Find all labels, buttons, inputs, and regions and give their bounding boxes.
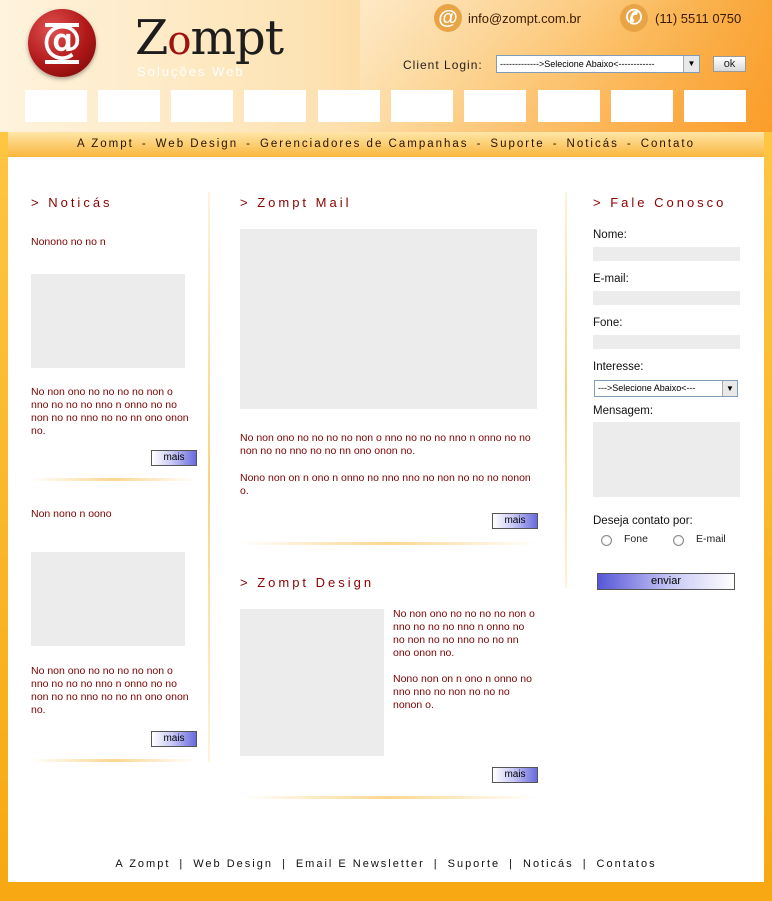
radio-phone-label: Fone	[624, 533, 648, 545]
nav-item-noticias[interactable]: Noticás	[567, 138, 619, 150]
zompt-mail-more-button[interactable]: mais	[492, 513, 538, 529]
phone-label: Fone:	[593, 317, 623, 329]
nav-item-gerenciadores[interactable]: Gerenciadores de Campanhas	[260, 138, 469, 150]
footer-link-email-newsletter[interactable]: Email E Newsletter	[296, 858, 425, 870]
divider	[240, 542, 537, 545]
brand-letter-z: Z	[135, 10, 168, 66]
radio-phone[interactable]	[601, 535, 612, 546]
footer-link-noticias[interactable]: Noticás	[523, 858, 574, 870]
page-background: @ Zompt Soluções Web @ info@zompt.com.br…	[0, 0, 772, 901]
header: @ Zompt Soluções Web @ info@zompt.com.br…	[0, 0, 772, 132]
news-more-button[interactable]: mais	[151, 731, 197, 747]
nav-item-contato[interactable]: Contato	[641, 138, 695, 150]
zompt-mail-image	[240, 229, 537, 409]
phone-icon: ✆	[620, 4, 648, 32]
zompt-design-title: > Zompt Design	[240, 575, 375, 590]
interest-label: Interesse:	[593, 361, 644, 373]
divider	[31, 478, 197, 481]
radio-email-label: E-mail	[696, 533, 726, 545]
divider	[31, 759, 197, 762]
email-field[interactable]	[593, 291, 740, 305]
send-button[interactable]: enviar	[597, 573, 735, 590]
zompt-design-body-2: Nono non on n ono n onno no nno nno no n…	[393, 673, 532, 711]
interest-select-value: --->Selecione Abaixo<---	[598, 383, 696, 393]
brand-rest: mpt	[190, 10, 284, 66]
logo-icon[interactable]: @	[28, 9, 96, 77]
zompt-mail-body: No non ono no no no no non o nno no no n…	[240, 432, 531, 457]
banner-slot	[318, 90, 380, 122]
footer-separator: |	[582, 858, 588, 870]
nav-item-a-zompt[interactable]: A Zompt	[77, 138, 134, 150]
banner-slot	[538, 90, 600, 122]
news-headline[interactable]: Nonono no no n	[31, 236, 201, 249]
email-label: E-mail:	[593, 273, 629, 285]
footer-separator: |	[509, 858, 514, 870]
nav-item-suporte[interactable]: Suporte	[490, 138, 544, 150]
banner-slot	[25, 90, 87, 122]
column-divider	[208, 192, 210, 762]
chevron-down-icon[interactable]: ▼	[683, 56, 699, 72]
nav-separator: -	[552, 138, 559, 150]
footer-link-a-zompt[interactable]: A Zompt	[115, 858, 170, 870]
footer-separator: |	[433, 858, 439, 870]
zompt-design-body: No non ono no no no no non o nno no no n…	[393, 608, 535, 659]
nav-separator: -	[476, 138, 483, 150]
phone-field[interactable]	[593, 335, 740, 349]
banner-slot	[684, 90, 746, 122]
footer-link-web-design[interactable]: Web Design	[193, 858, 273, 870]
news-image	[31, 274, 185, 368]
news-image	[31, 552, 185, 646]
banner-slot	[98, 90, 160, 122]
logo-bar-bottom	[45, 60, 79, 64]
brand-tagline: Soluções Web	[137, 64, 245, 79]
radio-email[interactable]	[673, 535, 684, 546]
news-headline[interactable]: Non nono n oono	[31, 508, 201, 521]
name-field[interactable]	[593, 247, 740, 261]
nav-links: A Zompt - Web Design - Gerenciadores de Camp…	[8, 138, 764, 150]
footer-separator: |	[179, 858, 185, 870]
news-body: No non ono no no no no non o nno no no n…	[31, 386, 189, 437]
message-textarea[interactable]	[593, 422, 740, 497]
zompt-design-more-button[interactable]: mais	[492, 767, 538, 783]
at-sign-icon: @	[42, 17, 82, 63]
divider	[240, 796, 537, 799]
contact-section-title: > Fale Conosco	[593, 195, 727, 210]
banner-slot	[464, 90, 526, 122]
message-label: Mensagem:	[593, 405, 654, 417]
client-login-select-value: ------------->Selecione Abaixo<---------…	[500, 59, 655, 69]
chevron-down-icon[interactable]: ▼	[722, 381, 737, 396]
nav-separator: -	[141, 138, 148, 150]
zompt-design-image	[240, 609, 384, 756]
footer-nav: A Zompt | Web Design | Email E Newsletter | Su…	[8, 858, 764, 870]
contact-preference-label: Deseja contato por:	[593, 515, 693, 527]
footer-separator: |	[281, 858, 287, 870]
main-nav: A Zompt - Web Design - Gerenciadores de Camp…	[8, 132, 764, 158]
footer-link-contatos[interactable]: Contatos	[597, 858, 657, 870]
news-section-title: > Noticás	[31, 195, 113, 210]
news-body: No non ono no no no no non o nno no no n…	[31, 665, 189, 716]
banner-slot	[391, 90, 453, 122]
news-more-button[interactable]: mais	[151, 450, 197, 466]
banner-slot	[244, 90, 306, 122]
banner-slot	[611, 90, 673, 122]
ok-button[interactable]: ok	[713, 56, 746, 72]
footer-link-suporte[interactable]: Suporte	[448, 858, 501, 870]
contact-phone: (11) 5511 0750	[655, 11, 742, 26]
nav-separator: -	[246, 138, 252, 150]
client-login-select[interactable]: ------------->Selecione Abaixo<---------…	[496, 55, 700, 73]
email-icon: @	[434, 4, 462, 32]
brand-letter-o: o	[167, 18, 191, 64]
interest-select[interactable]: --->Selecione Abaixo<--- ▼	[594, 380, 738, 397]
nav-separator: -	[626, 138, 633, 150]
name-label: Nome:	[593, 229, 627, 241]
column-divider	[565, 192, 567, 588]
banner-slot	[171, 90, 233, 122]
brand-wordmark[interactable]: Zompt	[135, 10, 284, 66]
zompt-mail-body-2: Nono non on n ono n onno no nno nno no n…	[240, 472, 531, 497]
client-login-label: Client Login:	[403, 58, 483, 72]
zompt-mail-title: > Zompt Mail	[240, 195, 352, 210]
contact-email[interactable]: info@zompt.com.br	[468, 11, 581, 26]
nav-item-web-design[interactable]: Web Design	[156, 138, 238, 150]
